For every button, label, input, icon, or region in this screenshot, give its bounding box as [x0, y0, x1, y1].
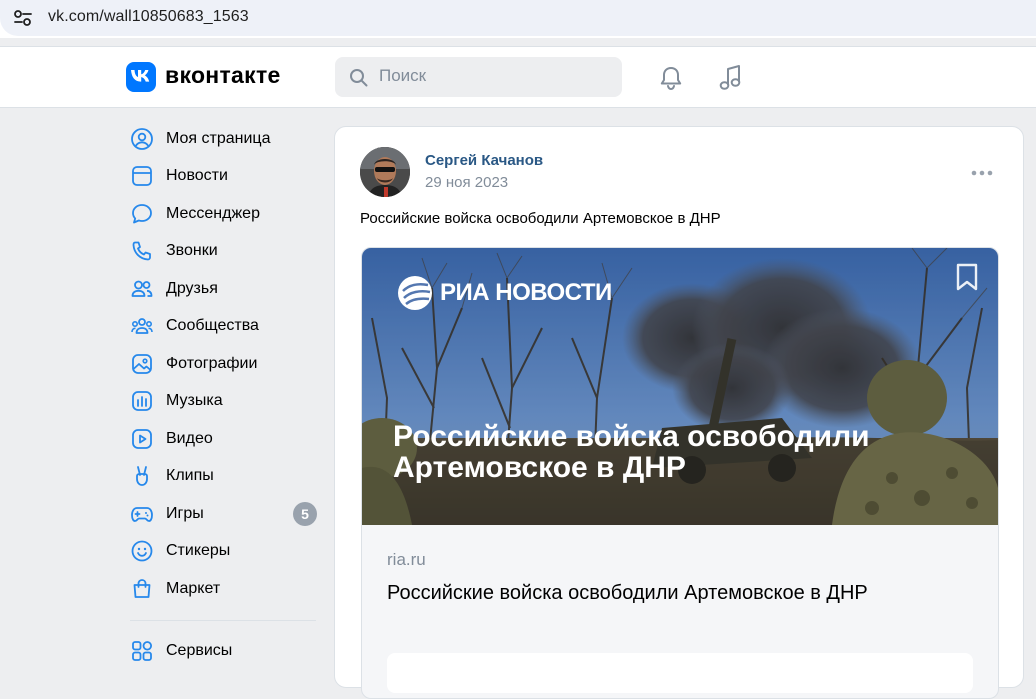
clips-icon	[136, 466, 148, 487]
notifications-bell-icon[interactable]	[657, 64, 685, 92]
more-options-icon[interactable]	[971, 169, 993, 177]
sidebar-item-communities[interactable]: Сообщества	[126, 308, 321, 346]
sidebar-item-news[interactable]: Новости	[126, 158, 321, 196]
message-icon	[132, 203, 152, 224]
search-input[interactable]	[379, 66, 599, 86]
attachment-photo[interactable]: РИА НОВОСТИ Российские войска освободили…	[362, 248, 998, 525]
friends-icon	[131, 280, 153, 297]
wall-post-card: Сергей Качанов 29 ноя 2023 Российские во…	[334, 126, 1024, 699]
photo-headline: Российские войска освободили Артемовское…	[393, 420, 870, 484]
ria-logo-icon	[398, 276, 432, 310]
news-icon	[132, 166, 152, 187]
sidebar-item-clips[interactable]: Клипы	[126, 458, 321, 496]
sidebar-item-video[interactable]: Видео	[126, 420, 321, 458]
phone-icon	[132, 241, 151, 261]
sidebar-item-games[interactable]: Игры 5	[126, 495, 321, 533]
bookmark-icon[interactable]	[954, 262, 980, 292]
sidebar-item-stickers[interactable]: Стикеры	[126, 533, 321, 571]
sidebar-item-label: Маркет	[166, 579, 221, 597]
music-icon	[132, 391, 152, 412]
sidebar-divider	[130, 620, 316, 621]
sidebar-item-label: Моя страница	[166, 129, 271, 147]
communities-icon	[131, 318, 153, 335]
services-grid-icon	[132, 640, 152, 661]
sidebar-item-label: Новости	[166, 167, 228, 185]
sidebar-item-friends[interactable]: Друзья	[126, 270, 321, 308]
site-settings-icon[interactable]	[12, 8, 34, 28]
link-domain: ria.ru	[387, 550, 426, 569]
games-count-badge: 5	[293, 501, 317, 526]
sidebar-item-music[interactable]: Музыка	[126, 383, 321, 421]
post-text: Российские войска освободили Артемовское…	[360, 210, 721, 227]
sidebar-item-photos[interactable]: Фотографии	[126, 345, 321, 383]
music-player-icon[interactable]	[717, 63, 745, 93]
sidebar-item-label: Фотографии	[166, 354, 258, 372]
url-text[interactable]: vk.com/wall10850683_1563	[48, 8, 249, 26]
sidebar-item-label: Мессенджер	[166, 204, 260, 222]
sidebar-item-label: Сервисы	[166, 641, 233, 659]
link-attachment[interactable]: РИА НОВОСТИ Российские войска освободили…	[361, 247, 999, 699]
link-title[interactable]: Российские войска освободили Артемовское…	[387, 582, 868, 605]
sidebar-item-label: Сообщества	[166, 317, 259, 335]
author-avatar[interactable]	[360, 147, 410, 197]
link-open-button[interactable]	[387, 653, 973, 693]
ria-brand-text: РИА НОВОСТИ	[440, 279, 612, 306]
ria-brand: РИА НОВОСТИ	[396, 274, 612, 312]
search-icon	[350, 69, 368, 87]
search-box[interactable]	[335, 57, 622, 97]
sidebar-item-label: Стикеры	[166, 542, 231, 560]
smile-icon	[131, 540, 153, 562]
sidebar-item-services[interactable]: Сервисы	[126, 632, 321, 670]
user-circle-icon	[131, 127, 153, 150]
video-icon	[132, 428, 152, 449]
sidebar-item-calls[interactable]: Звонки	[126, 233, 321, 271]
left-sidebar: Моя страница Новости Мессенджер Звонки Д…	[126, 120, 321, 608]
sidebar-item-label: Звонки	[166, 242, 218, 260]
sidebar-item-label: Клипы	[166, 467, 214, 485]
sidebar-item-label: Друзья	[166, 279, 218, 297]
vk-logo-icon[interactable]	[126, 62, 156, 92]
sidebar-item-messenger[interactable]: Мессенджер	[126, 195, 321, 233]
address-pill[interactable]: vk.com/wall10850683_1563	[0, 0, 1036, 36]
services-row[interactable]: Сервисы	[126, 632, 321, 670]
sidebar-item-label: Музыка	[166, 392, 223, 410]
sidebar-item-label: Видео	[166, 429, 213, 447]
vk-logo-text[interactable]: вконтакте	[165, 62, 281, 89]
vk-header: вконтакте	[0, 47, 1036, 108]
gamepad-icon	[131, 506, 153, 522]
sidebar-item-market[interactable]: Маркет	[126, 570, 321, 608]
bag-icon	[133, 578, 151, 598]
sidebar-item-my-page[interactable]: Моя страница	[126, 120, 321, 158]
browser-address-bar: vk.com/wall10850683_1563	[0, 0, 1036, 38]
author-name-link[interactable]: Сергей Качанов	[425, 152, 543, 169]
post-date[interactable]: 29 ноя 2023	[425, 174, 508, 191]
photo-icon	[132, 353, 152, 374]
